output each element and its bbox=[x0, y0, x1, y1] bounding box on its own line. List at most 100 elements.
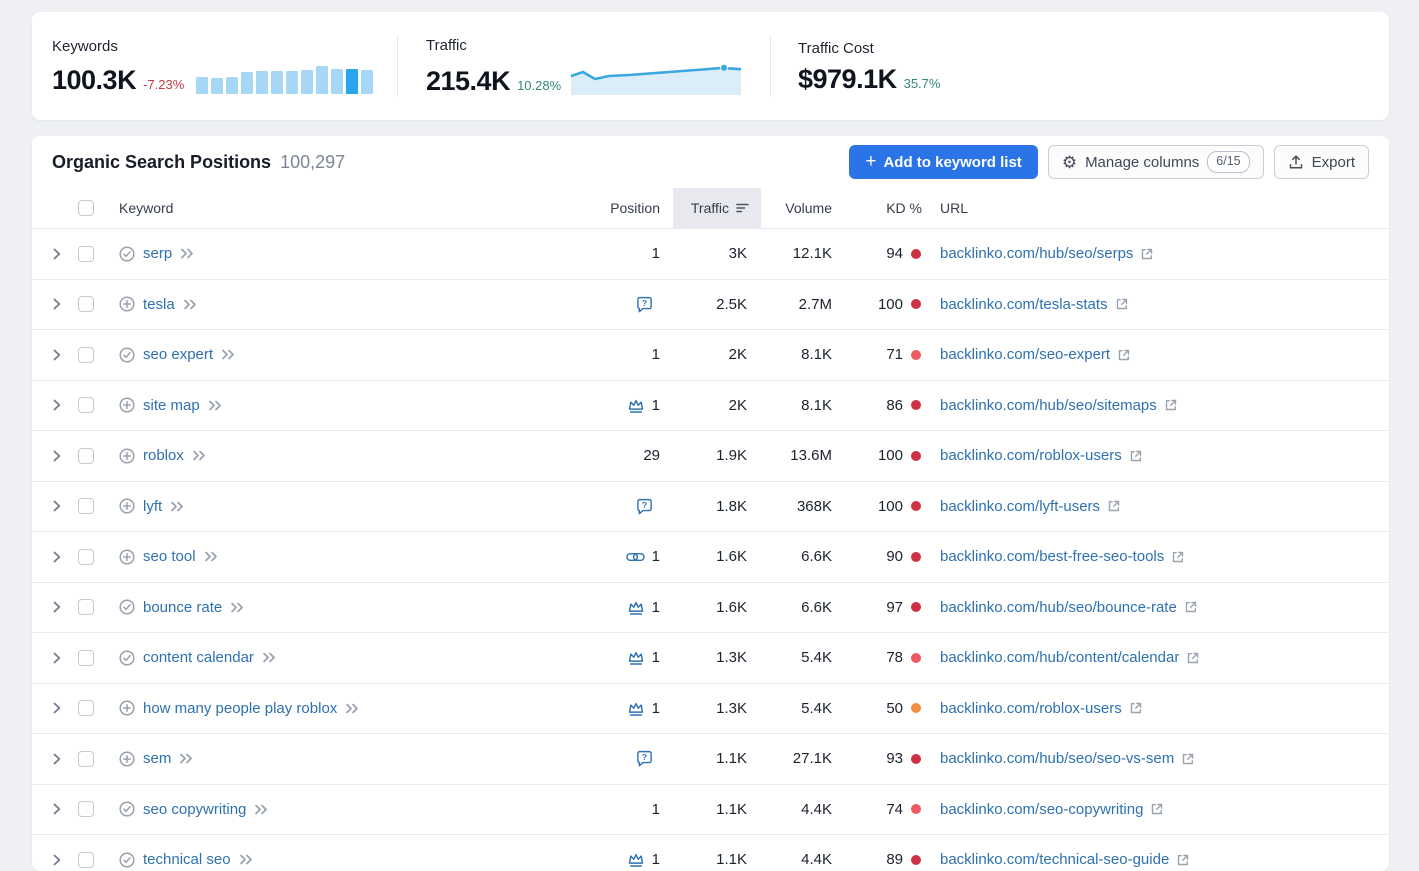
external-link-icon[interactable] bbox=[1117, 348, 1131, 362]
url-link[interactable]: backlinko.com/hub/seo/sitemaps bbox=[940, 397, 1157, 414]
keyword-link[interactable]: how many people play roblox bbox=[143, 700, 337, 717]
external-link-icon[interactable] bbox=[1129, 449, 1143, 463]
column-header-traffic[interactable]: Traffic bbox=[673, 188, 761, 228]
double-chevron-icon[interactable] bbox=[254, 804, 269, 815]
keyword-link[interactable]: bounce rate bbox=[143, 599, 222, 616]
row-checkbox[interactable] bbox=[78, 852, 94, 868]
external-link-icon[interactable] bbox=[1164, 398, 1178, 412]
expand-row-button[interactable] bbox=[32, 229, 68, 279]
row-checkbox[interactable] bbox=[78, 347, 94, 363]
external-link-icon[interactable] bbox=[1150, 802, 1164, 816]
select-all-checkbox[interactable] bbox=[78, 200, 94, 216]
expand-row-button[interactable] bbox=[32, 431, 68, 481]
external-link-icon[interactable] bbox=[1184, 600, 1198, 614]
expand-row-button[interactable] bbox=[32, 785, 68, 835]
expand-row-button[interactable] bbox=[32, 684, 68, 734]
manage-columns-button[interactable]: ⚙ Manage columns 6/15 bbox=[1048, 145, 1264, 179]
url-link[interactable]: backlinko.com/roblox-users bbox=[940, 447, 1122, 464]
keyword-link[interactable]: site map bbox=[143, 397, 200, 414]
double-chevron-icon[interactable] bbox=[262, 652, 277, 663]
column-header-keyword[interactable]: Keyword bbox=[104, 188, 585, 228]
url-link[interactable]: backlinko.com/seo-copywriting bbox=[940, 801, 1143, 818]
external-link-icon[interactable] bbox=[1186, 651, 1200, 665]
url-link[interactable]: backlinko.com/lyft-users bbox=[940, 498, 1100, 515]
row-checkbox[interactable] bbox=[78, 246, 94, 262]
keywords-bar-chart bbox=[196, 64, 373, 94]
row-checkbox[interactable] bbox=[78, 700, 94, 716]
keyword-link[interactable]: serp bbox=[143, 245, 172, 262]
keyword-link[interactable]: tesla bbox=[143, 296, 175, 313]
expand-row-button[interactable] bbox=[32, 583, 68, 633]
keyword-link[interactable]: technical seo bbox=[143, 851, 231, 868]
double-chevron-icon[interactable] bbox=[179, 753, 194, 764]
expand-row-button[interactable] bbox=[32, 633, 68, 683]
double-chevron-icon[interactable] bbox=[170, 501, 185, 512]
double-chevron-icon[interactable] bbox=[180, 248, 195, 259]
expand-row-button[interactable] bbox=[32, 381, 68, 431]
add-to-keyword-list-button[interactable]: + Add to keyword list bbox=[849, 145, 1037, 179]
url-link[interactable]: backlinko.com/tesla-stats bbox=[940, 296, 1108, 313]
url-cell: backlinko.com/hub/seo/seo-vs-sem bbox=[927, 734, 1389, 784]
url-link[interactable]: backlinko.com/seo-expert bbox=[940, 346, 1110, 363]
row-checkbox[interactable] bbox=[78, 397, 94, 413]
serp-question-bubble-icon: ? bbox=[636, 296, 653, 313]
double-chevron-icon[interactable] bbox=[230, 602, 245, 613]
kd-difficulty-dot bbox=[911, 249, 921, 259]
keyword-link[interactable]: content calendar bbox=[143, 649, 254, 666]
expand-row-button[interactable] bbox=[32, 280, 68, 330]
url-link[interactable]: backlinko.com/hub/seo/seo-vs-sem bbox=[940, 750, 1174, 767]
external-link-icon[interactable] bbox=[1129, 701, 1143, 715]
traffic-cell: 2K bbox=[673, 381, 761, 431]
double-chevron-icon[interactable] bbox=[183, 299, 198, 310]
external-link-icon[interactable] bbox=[1140, 247, 1154, 261]
row-checkbox[interactable] bbox=[78, 751, 94, 767]
external-link-icon[interactable] bbox=[1181, 752, 1195, 766]
url-link[interactable]: backlinko.com/best-free-seo-tools bbox=[940, 548, 1164, 565]
double-chevron-icon[interactable] bbox=[239, 854, 254, 865]
url-link[interactable]: backlinko.com/technical-seo-guide bbox=[940, 851, 1169, 868]
keyword-link[interactable]: roblox bbox=[143, 447, 184, 464]
row-checkbox[interactable] bbox=[78, 599, 94, 615]
row-checkbox[interactable] bbox=[78, 549, 94, 565]
expand-row-button[interactable] bbox=[32, 482, 68, 532]
expand-row-button[interactable] bbox=[32, 734, 68, 784]
external-link-icon[interactable] bbox=[1171, 550, 1185, 564]
position-value: 1 bbox=[652, 397, 660, 414]
double-chevron-icon[interactable] bbox=[192, 450, 207, 461]
expand-row-button[interactable] bbox=[32, 532, 68, 582]
keyword-link[interactable]: lyft bbox=[143, 498, 162, 515]
column-header-kd[interactable]: KD % bbox=[847, 188, 927, 228]
column-header-url[interactable]: URL bbox=[927, 188, 1389, 228]
export-button[interactable]: Export bbox=[1274, 145, 1369, 179]
url-link[interactable]: backlinko.com/hub/seo/serps bbox=[940, 245, 1133, 262]
row-checkbox[interactable] bbox=[78, 650, 94, 666]
row-checkbox[interactable] bbox=[78, 296, 94, 312]
expand-row-button[interactable] bbox=[32, 330, 68, 380]
url-link[interactable]: backlinko.com/roblox-users bbox=[940, 700, 1122, 717]
keyword-status-plus-icon bbox=[119, 296, 135, 312]
expand-row-button[interactable] bbox=[32, 835, 68, 871]
url-link[interactable]: backlinko.com/hub/content/calendar bbox=[940, 649, 1179, 666]
url-link[interactable]: backlinko.com/hub/seo/bounce-rate bbox=[940, 599, 1177, 616]
keyword-link[interactable]: seo tool bbox=[143, 548, 196, 565]
double-chevron-icon[interactable] bbox=[221, 349, 236, 360]
double-chevron-icon[interactable] bbox=[345, 703, 360, 714]
url-cell: backlinko.com/hub/content/calendar bbox=[927, 633, 1389, 683]
traffic-value: 1.8K bbox=[716, 498, 747, 515]
external-link-icon[interactable] bbox=[1115, 297, 1129, 311]
keyword-link[interactable]: sem bbox=[143, 750, 171, 767]
double-chevron-icon[interactable] bbox=[208, 400, 223, 411]
keyword-link[interactable]: seo copywriting bbox=[143, 801, 246, 818]
external-link-icon[interactable] bbox=[1107, 499, 1121, 513]
row-checkbox[interactable] bbox=[78, 448, 94, 464]
column-header-position[interactable]: Position bbox=[585, 188, 673, 228]
row-checkbox[interactable] bbox=[78, 498, 94, 514]
double-chevron-icon[interactable] bbox=[204, 551, 219, 562]
table-row: lyft ? 1.8K 368K 100 backlinko.com/lyft-… bbox=[32, 482, 1389, 533]
column-header-volume[interactable]: Volume bbox=[761, 188, 847, 228]
url-cell: backlinko.com/seo-expert bbox=[927, 330, 1389, 380]
keyword-link[interactable]: seo expert bbox=[143, 346, 213, 363]
external-link-icon[interactable] bbox=[1176, 853, 1190, 867]
organic-search-positions-card: Organic Search Positions 100,297 + Add t… bbox=[32, 136, 1389, 871]
row-checkbox[interactable] bbox=[78, 801, 94, 817]
